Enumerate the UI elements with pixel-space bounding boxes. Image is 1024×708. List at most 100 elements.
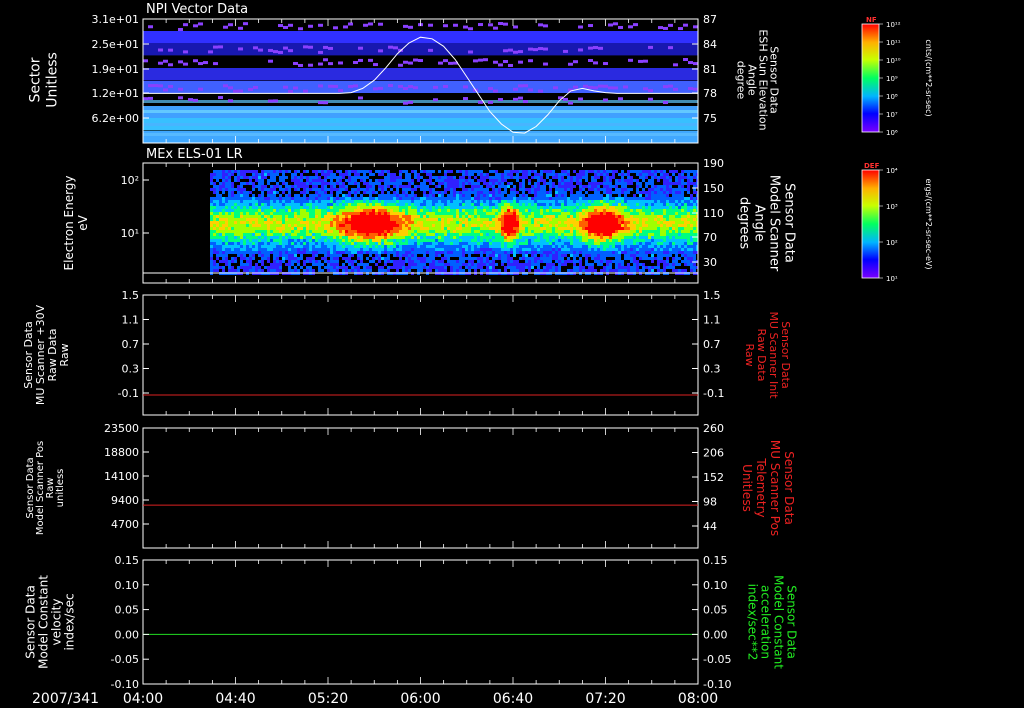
spectrogram-cell [540, 221, 543, 224]
speckle [603, 98, 608, 102]
spectrogram-cell [411, 227, 414, 230]
spectrogram-cell [606, 251, 609, 254]
spectrogram-cell [210, 176, 213, 179]
spectrogram-cell [504, 227, 507, 230]
spectrogram-cell [438, 245, 441, 248]
spectrogram-cell [522, 170, 525, 173]
spectrogram-cell [579, 245, 582, 248]
spectrogram-cell [444, 239, 447, 242]
spectrogram-cell [396, 269, 399, 272]
spectrogram-cell [282, 188, 285, 191]
spectrogram-cell [381, 233, 384, 236]
spectrogram-cell [546, 218, 549, 221]
spectrogram-cell [384, 233, 387, 236]
spectrogram-cell [336, 200, 339, 203]
spectrogram-cell [303, 269, 306, 272]
spectrogram-cell [561, 212, 564, 215]
spectrogram-cell [420, 182, 423, 185]
spectrogram-cell [384, 221, 387, 224]
spectrogram-cell [402, 227, 405, 230]
spectrogram-cell [225, 185, 228, 188]
spectrogram-cell [462, 185, 465, 188]
spectrogram-cell [300, 248, 303, 251]
plot-area: NPI Vector Data 3.1e+012.5e+011.9e+011.2… [22, 2, 933, 707]
spectrogram-cell [468, 233, 471, 236]
spectrogram-cell [435, 176, 438, 179]
spectrogram-cell [333, 269, 336, 272]
spectrogram-cell [210, 209, 213, 212]
spectrogram-cell [489, 239, 492, 242]
spectrogram-cell [294, 221, 297, 224]
spectrogram-cell [291, 254, 294, 257]
spectrogram-cell [405, 236, 408, 239]
spectrogram-cell [327, 263, 330, 266]
spectrogram-cell [300, 233, 303, 236]
spectrogram-cell [573, 242, 576, 245]
spectrogram-cell [414, 203, 417, 206]
spectrogram-cell [495, 188, 498, 191]
speckle [573, 60, 578, 64]
spectrogram-cell [615, 215, 618, 218]
spectrogram-cell [585, 209, 588, 212]
spectrogram-cell [399, 221, 402, 224]
spectrogram-cell [291, 236, 294, 239]
spectrogram-cell [327, 227, 330, 230]
spectrogram-cell [507, 263, 510, 266]
spectrogram-cell [213, 233, 216, 236]
spectrogram-cell [303, 263, 306, 266]
spectrogram-cell [321, 200, 324, 203]
spectrogram-cell [399, 206, 402, 209]
spectrogram-cell [663, 230, 666, 233]
spectrogram-cell [558, 173, 561, 176]
spectrogram-cell [240, 260, 243, 263]
spectrogram-cell [303, 221, 306, 224]
spectrogram-cell [255, 245, 258, 248]
spectrogram-cell [591, 230, 594, 233]
spectrogram-cell [213, 251, 216, 254]
spectrogram-cell [600, 239, 603, 242]
spectrogram-cell [456, 266, 459, 269]
spectrogram-cell [654, 200, 657, 203]
spectrogram-cell [222, 218, 225, 221]
spectrogram-cell [600, 200, 603, 203]
spectrogram-cell [378, 245, 381, 248]
spectrogram-cell [396, 212, 399, 215]
spectrogram-cell [471, 257, 474, 260]
spectrogram-cell [318, 266, 321, 269]
spectrogram-cell [588, 269, 591, 272]
spectrogram-cell [651, 170, 654, 173]
spectrogram-cell [579, 191, 582, 194]
spectrogram-cell [483, 209, 486, 212]
spectrogram-cell [378, 221, 381, 224]
spectrogram-cell [321, 185, 324, 188]
spectrogram-cell [405, 260, 408, 263]
spectrogram-cell [321, 209, 324, 212]
spectrogram-cell [495, 245, 498, 248]
spectrogram-cell [558, 182, 561, 185]
spectrogram-cell [387, 254, 390, 257]
spectrogram-cell [522, 233, 525, 236]
spectrogram-cell [378, 251, 381, 254]
spectrogram-cell [249, 176, 252, 179]
spectrogram-cell [492, 257, 495, 260]
spectrogram-cell [660, 254, 663, 257]
spectrogram-cell [513, 251, 516, 254]
spectrogram-cell [429, 176, 432, 179]
spectrogram-cell [216, 212, 219, 215]
spectrogram-cell [246, 194, 249, 197]
spectrogram-cell [315, 176, 318, 179]
spectrogram-cell [438, 227, 441, 230]
spectrogram-cell [456, 185, 459, 188]
spectrogram-cell [396, 233, 399, 236]
spectrogram-cell [390, 212, 393, 215]
spectrogram-cell [423, 236, 426, 239]
spectrogram-cell [234, 209, 237, 212]
spectrogram-cell [420, 215, 423, 218]
axis-label-line: Sector [28, 57, 44, 102]
spectrogram-cell [657, 224, 660, 227]
spectrogram-cell [579, 248, 582, 251]
spectrogram-cell [630, 269, 633, 272]
spectrogram-cell [582, 239, 585, 242]
spectrogram-cell [255, 197, 258, 200]
spectrogram-cell [555, 245, 558, 248]
